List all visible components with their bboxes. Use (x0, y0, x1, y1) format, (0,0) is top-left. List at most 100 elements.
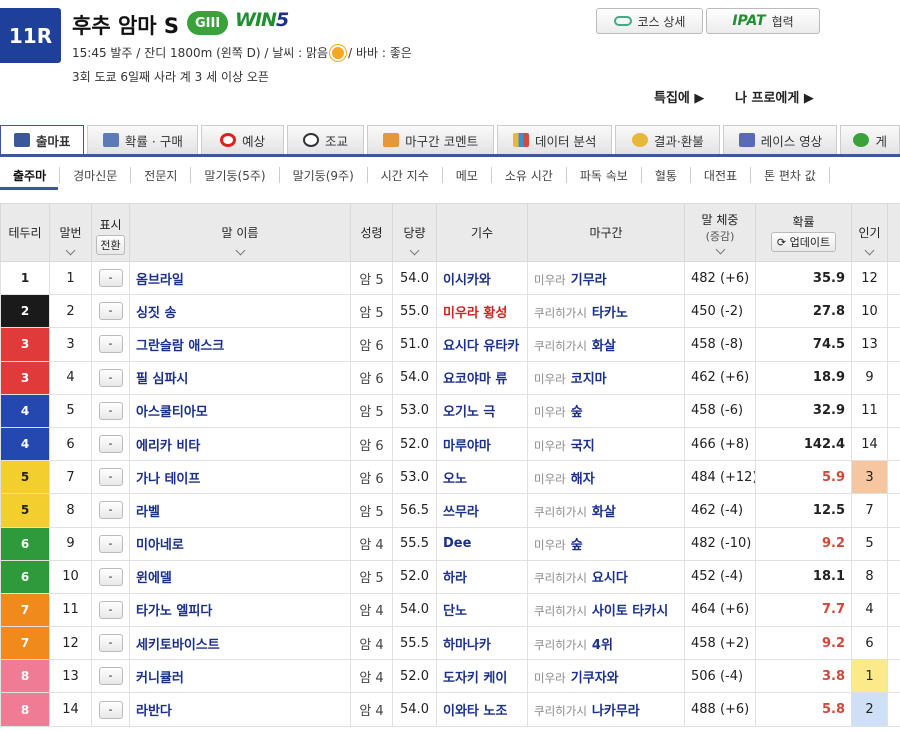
horse-name-link[interactable]: 아스쿨티아모 (136, 405, 208, 420)
mark-button[interactable]: - (98, 302, 123, 321)
table-row[interactable]: 3 3- 그란슬람 애스크 암 6 51.0 요시다 유타카 쿠리히가시 화살 458 (-8)… (0, 327, 900, 362)
trainer-link[interactable]: 나카무라 (592, 704, 640, 719)
horse-name-link[interactable]: 옴브라일 (136, 273, 184, 288)
jockey-link[interactable]: 오기노 극 (443, 405, 495, 420)
subtab-time-index[interactable]: 시간 지수 (368, 167, 443, 183)
sort-chevron-icon[interactable] (713, 246, 727, 254)
subtab-runners[interactable]: 출주마 (0, 167, 61, 183)
horse-name-link[interactable]: 윈에델 (136, 571, 172, 586)
header-popularity[interactable]: 인기 (851, 203, 888, 262)
tab-board[interactable]: 게 (840, 125, 900, 154)
trainer-link[interactable]: 타카노 (592, 306, 628, 321)
mark-button[interactable]: - (98, 269, 123, 288)
table-row[interactable]: 4 6- 에리카 비타 암 6 52.0 마루야마 미우라 국지 466 (+8) 142.4 14 (0, 426, 900, 462)
horse-name-link[interactable]: 커니큘러 (136, 671, 184, 686)
table-row[interactable]: 5 7- 가나 테이프 암 6 53.0 오노 미우라 해자 484 (+12) 5.9 3 (0, 460, 900, 495)
jockey-link[interactable]: 마루야마 (443, 439, 491, 454)
table-row[interactable]: 1 1- 옴브라일 암 5 54.0 이시카와 미우라 기무라 482 (+6) 35.9 12 (0, 260, 900, 296)
trainer-link[interactable]: 기쿠자와 (571, 671, 619, 686)
trainer-link[interactable]: 숲 (571, 538, 583, 553)
tab-data-analysis[interactable]: 데이터 분석 (497, 125, 613, 154)
header-weight[interactable]: 당량 (392, 203, 437, 262)
sort-chevron-icon[interactable] (233, 247, 247, 255)
table-row[interactable]: 8 13- 커니큘러 암 4 52.0 도자키 케이 미우라 기쿠자와 506 (-4) 3.8 1 (0, 659, 900, 694)
trainer-link[interactable]: 기무라 (571, 273, 607, 288)
tab-prediction[interactable]: 예상 (201, 125, 284, 154)
jockey-link[interactable]: 이와타 노조 (443, 704, 507, 719)
horse-name-link[interactable]: 에리카 비타 (136, 439, 200, 454)
trainer-link[interactable]: 코지마 (571, 372, 607, 387)
mark-button[interactable]: - (98, 534, 123, 553)
tab-racecard[interactable]: 출마표 (0, 125, 85, 154)
mark-button[interactable]: - (98, 368, 123, 387)
sort-chevron-icon[interactable] (64, 247, 78, 255)
subtab-paddock[interactable]: 파독 속보 (567, 167, 642, 183)
mark-button[interactable]: - (98, 634, 123, 653)
ipat-button[interactable]: IPAT 협력 (706, 8, 820, 34)
mark-button[interactable]: - (98, 401, 123, 420)
table-row[interactable]: 4 5- 아스쿨티아모 암 5 53.0 오기노 극 미우라 숲 458 (-6) 32.9 11 (0, 393, 900, 428)
subtab-expert[interactable]: 전문지 (131, 167, 192, 183)
horse-name-link[interactable]: 타가노 엘피다 (136, 604, 212, 619)
table-row[interactable]: 6 10- 윈에델 암 5 52.0 하라 쿠리히가시 요시다 452 (-4) 18.1 8 (0, 559, 900, 594)
mark-button[interactable]: - (98, 567, 123, 586)
jockey-link[interactable]: 오노 (443, 472, 467, 487)
table-row[interactable]: 8 14- 라반다 암 4 54.0 이와타 노조 쿠리히가시 나카무라 488 (+6) 5.8… (0, 692, 900, 727)
jockey-link[interactable]: Dee (443, 536, 471, 551)
subtab-pedigree[interactable]: 혈통 (642, 167, 691, 183)
mark-button[interactable]: - (98, 335, 123, 354)
trainer-link[interactable]: 사이토 타카시 (592, 604, 668, 619)
header-horse[interactable]: 말 이름 (129, 203, 351, 262)
table-row[interactable]: 6 9- 미아네로 암 4 55.5 Dee 미우라 숲 482 (-10) 9.2 5 (0, 526, 900, 561)
tab-odds[interactable]: 확률 · 구매 (87, 125, 199, 154)
subtab-deviation[interactable]: 톤 편차 값 (751, 167, 830, 183)
subtab-memo[interactable]: 메모 (443, 167, 492, 183)
tab-results[interactable]: 결과·환불 (615, 125, 721, 154)
mark-switch-button[interactable]: 전환 (96, 235, 125, 255)
horse-name-link[interactable]: 세키토바이스트 (136, 638, 220, 653)
sort-chevron-icon[interactable] (863, 247, 877, 255)
update-button[interactable]: ⟳ 업데이트 (770, 232, 837, 252)
horse-name-link[interactable]: 라반다 (136, 704, 172, 719)
jockey-link[interactable]: 이시카와 (443, 273, 491, 288)
mark-button[interactable]: - (98, 667, 123, 686)
mark-button[interactable]: - (98, 600, 123, 619)
table-row[interactable]: 7 12- 세키토바이스트 암 4 55.5 하마나카 쿠리히가시 4위 458 (+2) 9.2… (0, 626, 900, 661)
tab-race-video[interactable]: 레이스 영상 (723, 125, 838, 154)
trainer-link[interactable]: 해자 (571, 472, 595, 487)
subtab-newspaper[interactable]: 경마신문 (60, 167, 132, 183)
subtab-owner[interactable]: 소유 시간 (492, 167, 567, 183)
jockey-link[interactable]: 단노 (443, 604, 467, 619)
mark-button[interactable]: - (98, 435, 123, 454)
table-row[interactable]: 2 2- 싱짓 송암 5 55.0 미우라 황성 쿠리히가시 타카노 450 (-2) 27.8… (0, 294, 900, 329)
jockey-link[interactable]: 하마나카 (443, 638, 491, 653)
tab-training[interactable]: 조교 (286, 125, 365, 154)
jockey-link[interactable]: 요시다 유타카 (443, 339, 519, 354)
header-body-weight[interactable]: 말 체중 (증감) (684, 203, 756, 262)
horse-name-link[interactable]: 미아네로 (136, 538, 184, 553)
trainer-link[interactable]: 화살 (592, 339, 616, 354)
trainer-link[interactable]: 숲 (571, 405, 583, 420)
table-row[interactable]: 5 8- 라벨 암 5 56.5 쓰무라 쿠리히가시 화살 462 (-4) 12.5 7 (0, 493, 900, 528)
table-row[interactable]: 7 11- 타가노 엘피다 암 4 54.0 단노 쿠리히가시 사이토 타카시 464 (+6)… (0, 592, 900, 628)
jockey-link[interactable]: 쓰무라 (443, 505, 479, 520)
trainer-link[interactable]: 화살 (592, 505, 616, 520)
horse-name-link[interactable]: 싱짓 송 (136, 306, 176, 321)
mark-button[interactable]: - (98, 468, 123, 487)
subtab-past9[interactable]: 말기둥(9주) (280, 167, 368, 183)
header-frame[interactable]: 테두리 (0, 203, 50, 262)
mark-button[interactable]: - (98, 501, 123, 520)
table-row[interactable]: 34-필 심파시 암 6 54.0 요코야마 류 미우라 코지마 462 (+6) 18.9 9 (0, 360, 900, 395)
trainer-link[interactable]: 요시다 (592, 571, 628, 586)
trainer-link[interactable]: 4위 (592, 638, 613, 653)
header-number[interactable]: 말번 (49, 203, 92, 262)
jockey-link[interactable]: 하라 (443, 571, 467, 586)
header-odds[interactable]: 확률 ⟳ 업데이트 (755, 203, 852, 262)
subtab-matchup[interactable]: 대전표 (691, 167, 752, 183)
jockey-link[interactable]: 미우라 황성 (443, 306, 507, 321)
jockey-link[interactable]: 도자키 케이 (443, 671, 507, 686)
horse-name-link[interactable]: 가나 테이프 (136, 472, 200, 487)
subtab-past5[interactable]: 말기둥(5주) (191, 167, 280, 183)
horse-name-link[interactable]: 라벨 (136, 505, 160, 520)
pro-link[interactable]: 나 프로에게 ▶ (735, 87, 814, 106)
